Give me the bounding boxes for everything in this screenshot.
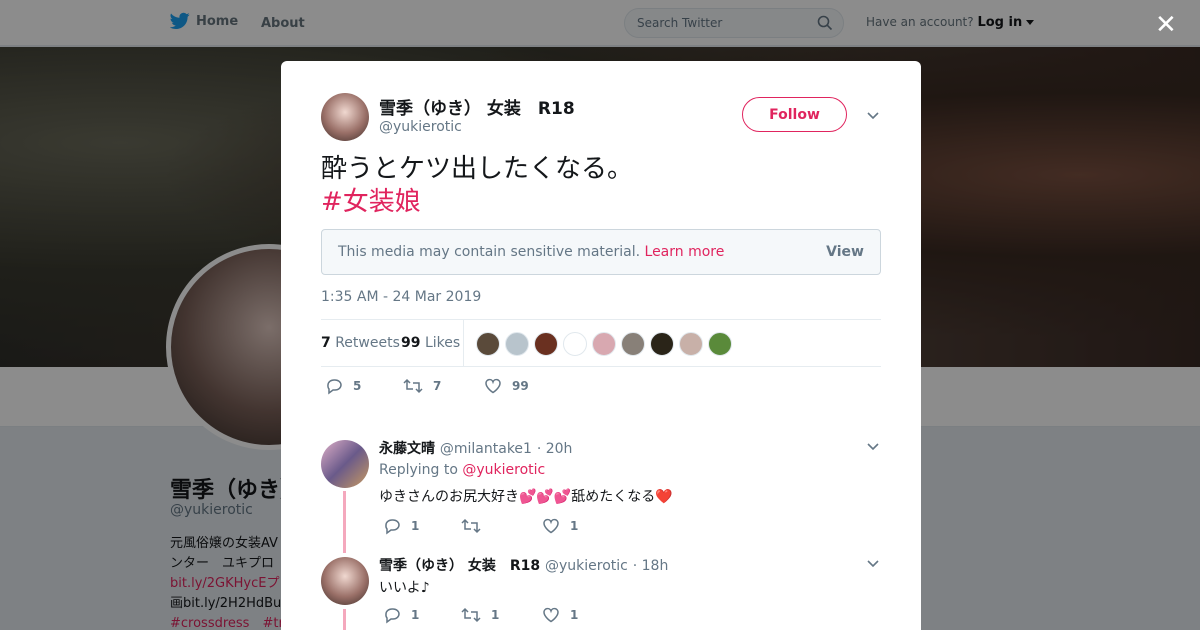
reply-avatar[interactable]	[321, 440, 369, 488]
reply-author[interactable]: 永藤文晴 @milantake1 · 20h	[379, 438, 572, 458]
reply-text: いいよ♪	[379, 580, 430, 596]
close-icon[interactable]: ✕	[1155, 12, 1177, 38]
reply-icon	[385, 519, 400, 535]
liker-avatar[interactable]	[505, 332, 529, 356]
replying-to-link[interactable]: @yukierotic	[462, 462, 545, 478]
reply-action[interactable]: 5	[325, 377, 361, 395]
liker-avatar[interactable]	[476, 332, 500, 356]
retweet-count: 7	[433, 379, 442, 393]
retweet-count: 1	[491, 608, 500, 622]
retweet-action[interactable]	[461, 517, 491, 535]
reply-action[interactable]: 1	[383, 606, 419, 624]
liker-avatar[interactable]	[708, 332, 732, 356]
tweet-text: 酔うとケツ出したくなる。 #女装娘	[321, 153, 633, 219]
tweet-hashtag[interactable]: #女装娘	[321, 186, 633, 219]
heart-icon	[543, 607, 559, 623]
heart-icon	[485, 378, 501, 394]
tweet-timestamp[interactable]: 1:35 AM - 24 Mar 2019	[321, 289, 481, 305]
thread-line	[343, 491, 346, 553]
likes-count: 99	[401, 335, 421, 351]
reply-author-handle: @milantake1	[439, 441, 532, 457]
reply-count: 1	[411, 608, 420, 622]
chevron-down-icon[interactable]	[866, 440, 880, 454]
tweet-modal: 雪季（ゆき） 女装 R18 @yukierotic Follow 酔うとケツ出し…	[281, 61, 921, 630]
like-count: 1	[570, 519, 579, 533]
like-action[interactable]: 99	[484, 377, 529, 395]
retweet-action[interactable]: 7	[403, 377, 441, 395]
retweets-count: 7	[321, 335, 331, 351]
tweet-stats: 7 Retweets 99 Likes	[321, 319, 881, 367]
retweet-icon	[403, 378, 423, 394]
retweet-icon	[461, 607, 481, 623]
reply-count: 5	[353, 379, 362, 393]
chevron-down-icon[interactable]	[866, 109, 880, 123]
author-handle[interactable]: @yukierotic	[379, 119, 462, 135]
sensitive-media-notice: This media may contain sensitive materia…	[321, 229, 881, 275]
liker-avatar[interactable]	[650, 332, 674, 356]
like-count: 1	[570, 608, 579, 622]
chevron-down-icon[interactable]	[866, 557, 880, 571]
learn-more-link[interactable]: Learn more	[645, 244, 725, 260]
liker-avatar[interactable]	[534, 332, 558, 356]
replying-to: Replying to @yukierotic	[379, 462, 545, 478]
follow-button[interactable]: Follow	[742, 97, 847, 132]
retweets-label: Retweets	[335, 335, 400, 351]
thread-line	[343, 609, 346, 630]
author-name[interactable]: 雪季（ゆき） 女装 R18	[379, 94, 575, 119]
reply-icon	[385, 608, 400, 624]
reply-author[interactable]: 雪季（ゆき） 女装 R18 @yukierotic · 18h	[379, 555, 668, 575]
view-media-button[interactable]: View	[826, 244, 864, 260]
sensitive-notice-text: This media may contain sensitive materia…	[338, 244, 641, 260]
likes-label: Likes	[424, 335, 461, 351]
reply-avatar[interactable]	[321, 557, 369, 605]
like-action[interactable]: 1	[542, 517, 578, 535]
reply-text: ゆきさんのお尻大好き💕💕💕舐めたくなる❤️	[379, 489, 673, 505]
heart-icon	[543, 518, 559, 534]
replying-prefix: Replying to	[379, 462, 458, 478]
like-count: 99	[512, 379, 529, 393]
liker-avatar[interactable]	[563, 332, 587, 356]
tweet-text-line: 酔うとケツ出したくなる。	[321, 154, 634, 184]
reply-author-name: 永藤文晴	[379, 441, 435, 457]
retweet-action[interactable]: 1	[461, 606, 499, 624]
reply-action[interactable]: 1	[383, 517, 419, 535]
reply-icon	[327, 379, 342, 395]
reply-author-name: 雪季（ゆき） 女装 R18	[379, 558, 541, 574]
reply-time[interactable]: · 20h	[537, 441, 573, 457]
liker-avatar[interactable]	[621, 332, 645, 356]
reply-author-handle: @yukierotic	[545, 558, 628, 574]
author-avatar[interactable]	[321, 93, 369, 141]
likes-stat[interactable]: 99 Likes	[401, 335, 460, 351]
retweets-stat[interactable]: 7 Retweets	[321, 335, 400, 351]
liker-avatar[interactable]	[592, 332, 616, 356]
reply-time[interactable]: · 18h	[633, 558, 669, 574]
stats-divider	[463, 320, 464, 367]
retweet-icon	[461, 518, 481, 534]
liker-avatar[interactable]	[679, 332, 703, 356]
like-action[interactable]: 1	[542, 606, 578, 624]
reply-count: 1	[411, 519, 420, 533]
